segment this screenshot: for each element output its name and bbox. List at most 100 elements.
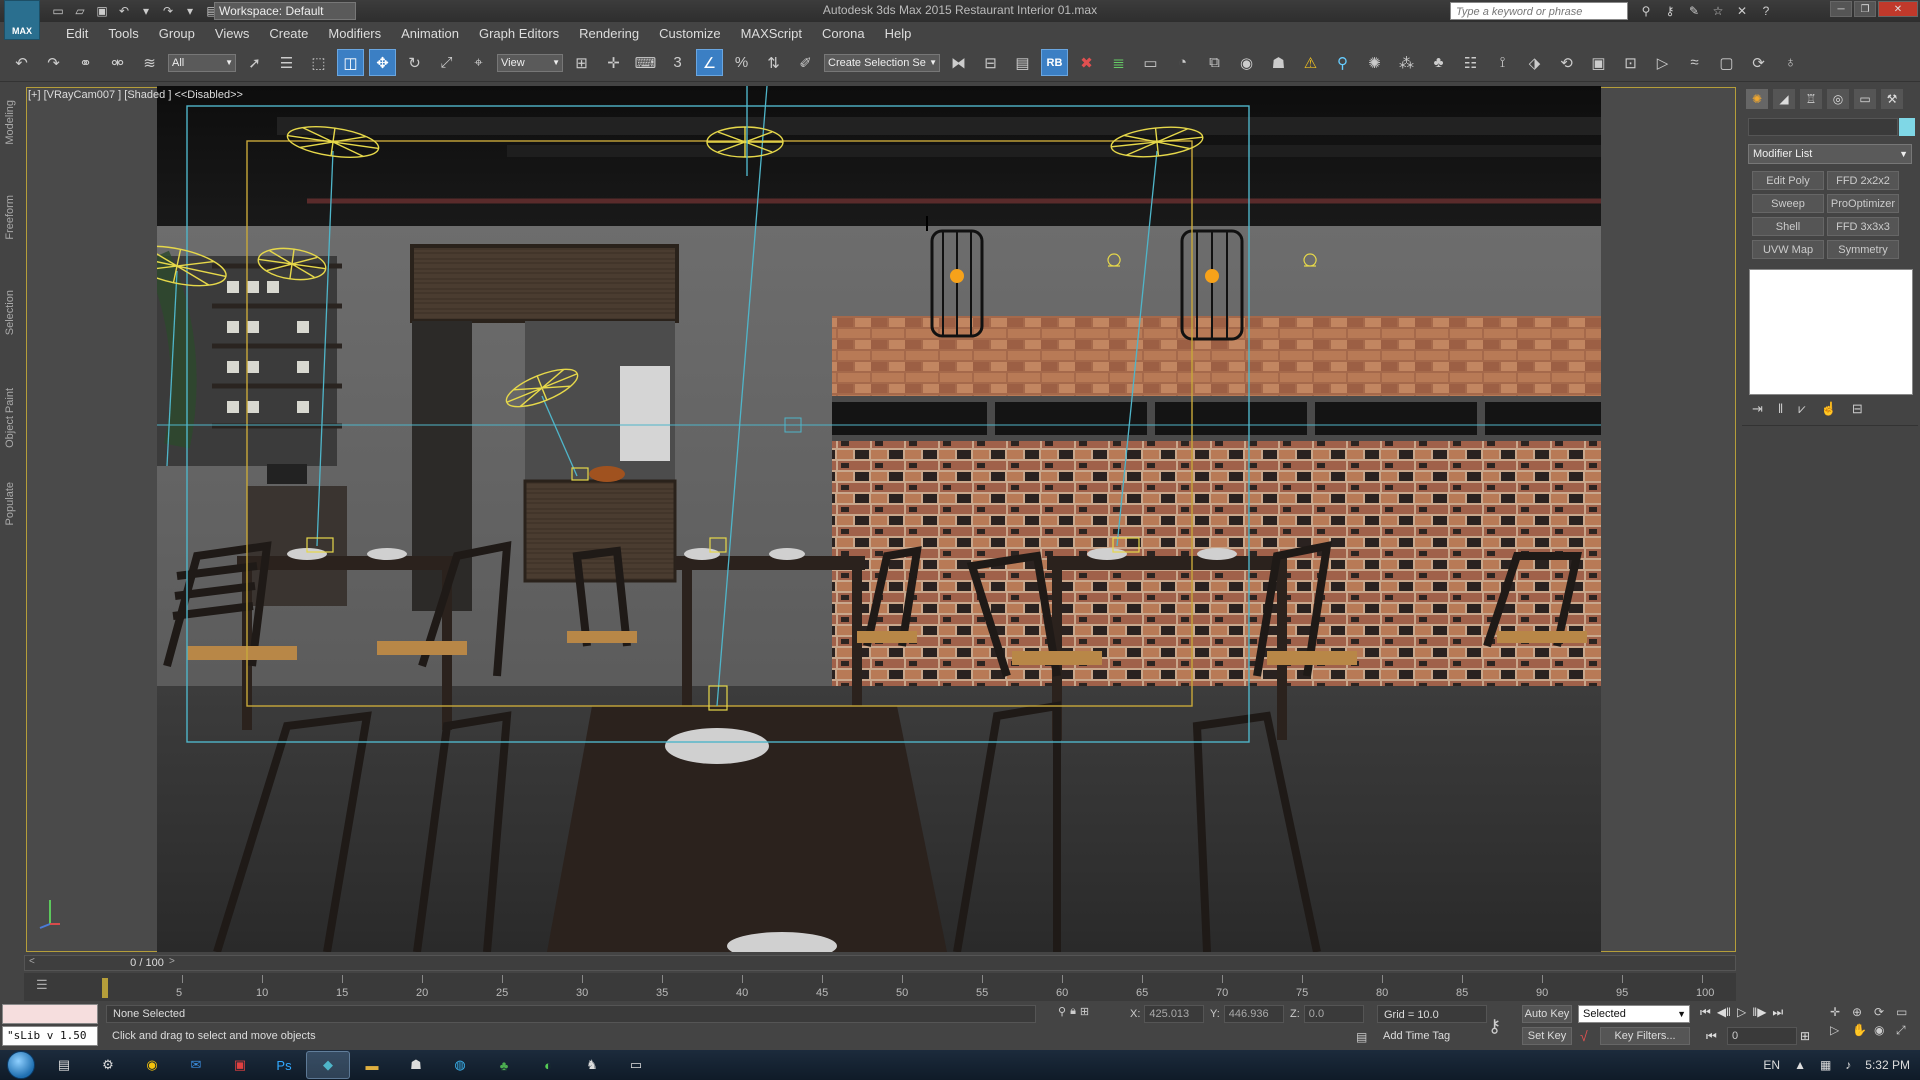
time-cursor[interactable]: [102, 978, 108, 998]
percent-snap-icon[interactable]: %: [728, 49, 755, 76]
trackbar[interactable]: 5 10 15 20 25 30 35 40 45 50 55 60 65 70 75 80 85 90 95 100…: [24, 973, 1736, 1001]
key-icon[interactable]: ⚷: [1660, 2, 1680, 20]
scale-icon[interactable]: ⟟: [1489, 49, 1516, 76]
redo-icon[interactable]: ↷: [158, 2, 178, 20]
window-icon[interactable]: ▢: [1713, 49, 1740, 76]
absolute-mode-icon[interactable]: ⊞: [1080, 1005, 1089, 1018]
bind-space-warp-icon[interactable]: ≋: [136, 49, 163, 76]
create-tab-icon[interactable]: ✺: [1746, 89, 1768, 109]
go-to-end-icon[interactable]: ⏭: [1772, 1005, 1783, 1020]
configure-sets-icon[interactable]: ⊟: [1852, 401, 1863, 417]
zoom-all-icon[interactable]: ⊕: [1852, 1005, 1872, 1019]
delete-icon[interactable]: ✖: [1073, 49, 1100, 76]
star-icon[interactable]: ☆: [1708, 2, 1728, 20]
3dsmax-taskbar-icon[interactable]: ◆: [306, 1051, 350, 1079]
time-tag-icon[interactable]: ▤: [1356, 1030, 1367, 1044]
key-filters-button[interactable]: Key Filters...: [1600, 1027, 1690, 1045]
ribbon-tab-modeling[interactable]: Modeling: [4, 100, 16, 145]
pivot-center-icon[interactable]: ⊞: [568, 49, 595, 76]
current-frame-field[interactable]: 0: [1727, 1027, 1797, 1045]
mirror-icon[interactable]: ⧓: [945, 49, 972, 76]
modifier-button[interactable]: ProOptimizer: [1827, 194, 1899, 213]
menu-customize[interactable]: Customize: [649, 26, 730, 41]
go-to-start-icon[interactable]: ⏮: [1700, 1005, 1711, 1020]
object-color-swatch[interactable]: [1899, 118, 1915, 136]
network-icon[interactable]: ▦: [1820, 1058, 1831, 1072]
photoshop-taskbar-icon[interactable]: Ps: [262, 1051, 306, 1079]
selection-filter-dropdown[interactable]: All: [168, 53, 236, 72]
layer-explorer-icon[interactable]: ▤: [1009, 49, 1036, 76]
motion-tab-icon[interactable]: ◎: [1827, 89, 1849, 109]
unlink-icon[interactable]: ⚮: [104, 49, 131, 76]
modify-tab-icon[interactable]: ◢: [1773, 89, 1795, 109]
help-icon[interactable]: ?: [1756, 2, 1776, 20]
object-name-field[interactable]: [1748, 118, 1898, 136]
ribbon-icon[interactable]: ▭: [1137, 49, 1164, 76]
rb-icon[interactable]: RB: [1041, 49, 1068, 76]
dropdown-icon[interactable]: ▾: [136, 2, 156, 20]
select-and-rotate-icon[interactable]: ↻: [401, 49, 428, 76]
link-icon[interactable]: ⚭: [72, 49, 99, 76]
particles-icon[interactable]: ⁂: [1393, 49, 1420, 76]
tools-icon[interactable]: ✎: [1684, 2, 1704, 20]
binoculars-icon[interactable]: ⚲: [1636, 2, 1656, 20]
app-taskbar-icon[interactable]: ☗: [394, 1051, 438, 1079]
rectangular-selection-icon[interactable]: ⬚: [305, 49, 332, 76]
lock-selection-icon[interactable]: 🔒︎: [1070, 1005, 1076, 1018]
orbit-icon[interactable]: ⟳: [1745, 49, 1772, 76]
menu-rendering[interactable]: Rendering: [569, 26, 649, 41]
undo-icon[interactable]: ↶: [114, 2, 134, 20]
modifier-button[interactable]: FFD 2x2x2: [1827, 171, 1899, 190]
undo-icon[interactable]: ↶: [8, 49, 35, 76]
hierarchy-tab-icon[interactable]: ♖: [1800, 89, 1822, 109]
light-icon[interactable]: ⚲: [1329, 49, 1356, 76]
orbit-icon[interactable]: ⟳: [1874, 1005, 1894, 1019]
menu-edit[interactable]: Edit: [56, 26, 98, 41]
display-tab-icon[interactable]: ▭: [1854, 89, 1876, 109]
zoom-icon[interactable]: ✛: [1830, 1005, 1850, 1019]
select-and-move-icon[interactable]: ✥: [369, 49, 396, 76]
viewport-icon[interactable]: ⊡: [1617, 49, 1644, 76]
exchange-icon[interactable]: ✕: [1732, 2, 1752, 20]
min-max-toggle-icon[interactable]: ⤢: [1896, 1023, 1916, 1038]
curve-editor-icon[interactable]: ◔: [1169, 49, 1196, 76]
menu-animation[interactable]: Animation: [391, 26, 469, 41]
start-button[interactable]: [0, 1050, 42, 1080]
render-setup-icon[interactable]: ☗: [1265, 49, 1292, 76]
sun-icon[interactable]: ✺: [1361, 49, 1388, 76]
menu-maxscript[interactable]: MAXScript: [731, 26, 812, 41]
select-object-icon[interactable]: ➚: [241, 49, 268, 76]
key-icon[interactable]: ⚷: [1488, 1016, 1501, 1037]
menu-graph-editors[interactable]: Graph Editors: [469, 26, 569, 41]
render-frame-icon[interactable]: ▣: [1585, 49, 1612, 76]
monitor-taskbar-icon[interactable]: ▭: [614, 1051, 658, 1079]
set-key-button[interactable]: Set Key: [1522, 1027, 1572, 1045]
show-end-result-icon[interactable]: ‖: [1778, 401, 1783, 417]
explorer-taskbar-icon[interactable]: ▤: [42, 1051, 86, 1079]
outlook-taskbar-icon[interactable]: ✉: [174, 1051, 218, 1079]
modifier-list-dropdown[interactable]: Modifier List: [1748, 144, 1912, 164]
restore-icon[interactable]: ❐: [1854, 1, 1876, 17]
select-by-name-icon[interactable]: ☰: [273, 49, 300, 76]
volume-icon[interactable]: ♪: [1845, 1058, 1851, 1072]
ribbon-tab-object-paint[interactable]: Object Paint: [4, 388, 16, 448]
viewport-label[interactable]: [+] [VRayCam007 ] [Shaded ] <<Disabled>>: [28, 89, 243, 101]
layers-icon[interactable]: ≣: [1105, 49, 1132, 76]
previous-key-icon[interactable]: ◀‖: [1717, 1005, 1731, 1020]
tray-expand-icon[interactable]: ▲: [1794, 1058, 1806, 1072]
refresh-icon[interactable]: ⟲: [1553, 49, 1580, 76]
pin-stack-icon[interactable]: ⇥: [1752, 401, 1763, 417]
select-and-scale-icon[interactable]: ⤢: [433, 49, 460, 76]
add-time-tag[interactable]: Add Time Tag: [1377, 1027, 1450, 1045]
modifier-button[interactable]: Symmetry: [1827, 240, 1899, 259]
make-unique-icon[interactable]: ⩗: [1798, 401, 1805, 417]
next-key-icon[interactable]: ‖▶: [1752, 1005, 1766, 1020]
select-and-manipulate-icon[interactable]: ✛: [600, 49, 627, 76]
field-of-view-icon[interactable]: ▷: [1830, 1023, 1850, 1038]
menu-create[interactable]: Create: [259, 26, 318, 41]
auto-key-button[interactable]: Auto Key: [1522, 1005, 1572, 1023]
z-coordinate-field[interactable]: 0.0: [1303, 1005, 1364, 1023]
named-selection-dropdown[interactable]: Create Selection Se: [824, 53, 940, 72]
new-file-icon[interactable]: ▭: [48, 2, 68, 20]
language-indicator[interactable]: EN: [1763, 1058, 1780, 1072]
